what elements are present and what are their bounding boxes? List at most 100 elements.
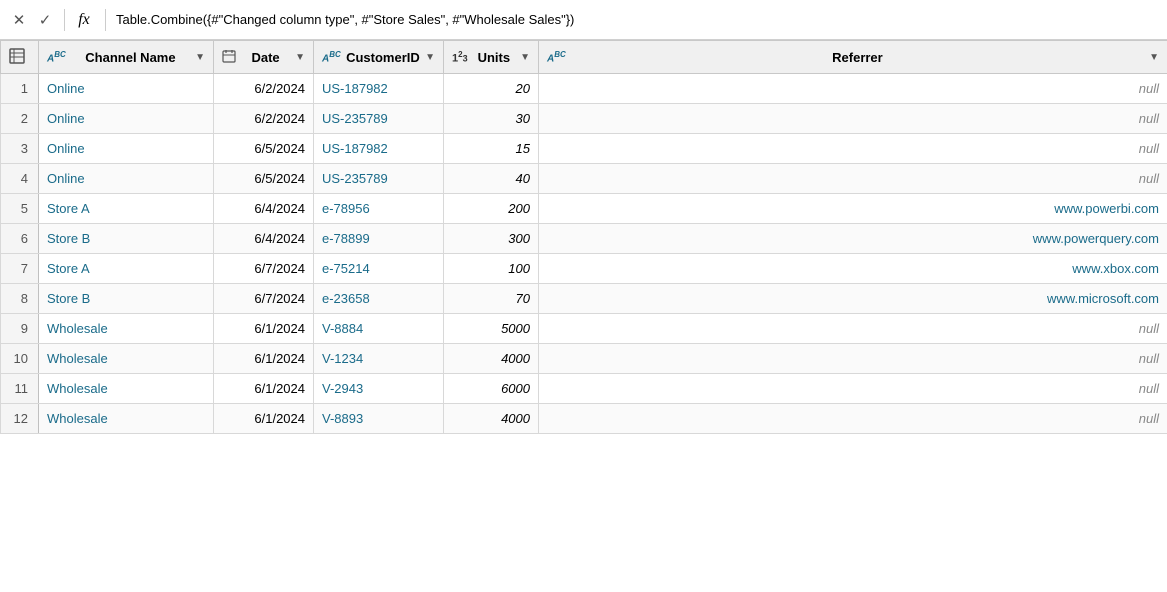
cell-channel-name: Store A xyxy=(39,254,214,284)
cell-row-num: 12 xyxy=(1,404,39,434)
cell-units: 200 xyxy=(444,194,539,224)
referrer-dropdown-icon[interactable]: ▼ xyxy=(1149,52,1159,63)
table-row: 6 Store B 6/4/2024 e-78899 300 www.power… xyxy=(1,224,1167,254)
header-customer-id[interactable]: ABC CustomerID ▼ xyxy=(314,41,444,74)
cell-channel-name: Online xyxy=(39,104,214,134)
cell-customer-id: e-78956 xyxy=(314,194,444,224)
cell-customer-id: US-235789 xyxy=(314,104,444,134)
date-dropdown-icon[interactable]: ▼ xyxy=(295,52,305,63)
cell-referrer: null xyxy=(539,134,1167,164)
cell-date: 6/7/2024 xyxy=(214,254,314,284)
cell-customer-id: e-78899 xyxy=(314,224,444,254)
cell-date: 6/1/2024 xyxy=(214,314,314,344)
cell-referrer: www.powerquery.com xyxy=(539,224,1167,254)
cell-row-num: 5 xyxy=(1,194,39,224)
header-row: ABC Channel Name ▼ xyxy=(1,41,1167,74)
cell-row-num: 9 xyxy=(1,314,39,344)
units-dropdown-icon[interactable]: ▼ xyxy=(520,52,530,63)
channel-type-icon: ABC xyxy=(47,50,66,64)
cell-referrer: www.powerbi.com xyxy=(539,194,1167,224)
table-row: 7 Store A 6/7/2024 e-75214 100 www.xbox.… xyxy=(1,254,1167,284)
cell-channel-name: Online xyxy=(39,74,214,104)
date-type-icon xyxy=(222,49,236,66)
header-row-num xyxy=(1,41,39,74)
cell-units: 40 xyxy=(444,164,539,194)
table-row: 12 Wholesale 6/1/2024 V-8893 4000 null xyxy=(1,404,1167,434)
cell-units: 30 xyxy=(444,104,539,134)
cell-channel-name: Online xyxy=(39,164,214,194)
header-date[interactable]: Date ▼ xyxy=(214,41,314,74)
formula-bar-icons: ✕ ✓ fx xyxy=(8,9,95,31)
header-units[interactable]: 123 Units ▼ xyxy=(444,41,539,74)
cell-units: 15 xyxy=(444,134,539,164)
header-referrer[interactable]: ABC Referrer ▼ xyxy=(539,41,1167,74)
referrer-type-icon: ABC xyxy=(547,50,566,64)
table-row: 2 Online 6/2/2024 US-235789 30 null xyxy=(1,104,1167,134)
cell-customer-id: US-235789 xyxy=(314,164,444,194)
header-channel-label: Channel Name xyxy=(70,50,191,65)
cell-channel-name: Store B xyxy=(39,224,214,254)
cell-channel-name: Wholesale xyxy=(39,404,214,434)
cell-row-num: 10 xyxy=(1,344,39,374)
units-type-icon: 123 xyxy=(452,50,468,65)
cell-units: 20 xyxy=(444,74,539,104)
table-container: ABC Channel Name ▼ xyxy=(0,40,1167,592)
customer-type-icon: ABC xyxy=(322,50,341,64)
cell-referrer: null xyxy=(539,314,1167,344)
data-table: ABC Channel Name ▼ xyxy=(0,40,1167,434)
cell-referrer: null xyxy=(539,404,1167,434)
table-row: 10 Wholesale 6/1/2024 V-1234 4000 null xyxy=(1,344,1167,374)
cell-customer-id: e-23658 xyxy=(314,284,444,314)
cell-row-num: 4 xyxy=(1,164,39,194)
channel-dropdown-icon[interactable]: ▼ xyxy=(195,52,205,63)
table-row: 3 Online 6/5/2024 US-187982 15 null xyxy=(1,134,1167,164)
cell-referrer: null xyxy=(539,344,1167,374)
header-date-label: Date xyxy=(240,50,291,65)
cell-customer-id: V-8884 xyxy=(314,314,444,344)
cell-date: 6/5/2024 xyxy=(214,134,314,164)
formula-input[interactable] xyxy=(116,6,1159,34)
cell-referrer: null xyxy=(539,164,1167,194)
table-row: 9 Wholesale 6/1/2024 V-8884 5000 null xyxy=(1,314,1167,344)
customer-dropdown-icon[interactable]: ▼ xyxy=(425,52,435,63)
cell-referrer: www.microsoft.com xyxy=(539,284,1167,314)
cell-units: 100 xyxy=(444,254,539,284)
cell-date: 6/4/2024 xyxy=(214,194,314,224)
cell-referrer: null xyxy=(539,74,1167,104)
cell-units: 70 xyxy=(444,284,539,314)
header-referrer-label: Referrer xyxy=(570,50,1145,65)
cell-customer-id: US-187982 xyxy=(314,134,444,164)
cancel-icon[interactable]: ✕ xyxy=(8,9,30,31)
cell-referrer: null xyxy=(539,374,1167,404)
cell-customer-id: V-1234 xyxy=(314,344,444,374)
cell-date: 6/1/2024 xyxy=(214,344,314,374)
cell-units: 4000 xyxy=(444,344,539,374)
cell-channel-name: Store B xyxy=(39,284,214,314)
cell-date: 6/1/2024 xyxy=(214,404,314,434)
header-units-label: Units xyxy=(472,50,517,65)
cell-channel-name: Online xyxy=(39,134,214,164)
cell-date: 6/2/2024 xyxy=(214,74,314,104)
cell-row-num: 3 xyxy=(1,134,39,164)
cell-referrer: www.xbox.com xyxy=(539,254,1167,284)
cell-row-num: 11 xyxy=(1,374,39,404)
header-customer-label: CustomerID xyxy=(345,50,421,65)
cell-customer-id: e-75214 xyxy=(314,254,444,284)
formula-divider xyxy=(64,9,65,31)
table-row: 8 Store B 6/7/2024 e-23658 70 www.micros… xyxy=(1,284,1167,314)
table-row: 4 Online 6/5/2024 US-235789 40 null xyxy=(1,164,1167,194)
cell-channel-name: Store A xyxy=(39,194,214,224)
cell-channel-name: Wholesale xyxy=(39,374,214,404)
formula-bar: ✕ ✓ fx xyxy=(0,0,1167,40)
table-body: 1 Online 6/2/2024 US-187982 20 null 2 On… xyxy=(1,74,1167,434)
header-channel-name[interactable]: ABC Channel Name ▼ xyxy=(39,41,214,74)
cell-date: 6/1/2024 xyxy=(214,374,314,404)
fx-icon: fx xyxy=(73,9,95,31)
cell-row-num: 7 xyxy=(1,254,39,284)
confirm-icon[interactable]: ✓ xyxy=(34,9,56,31)
cell-customer-id: V-8893 xyxy=(314,404,444,434)
cell-channel-name: Wholesale xyxy=(39,314,214,344)
table-row: 5 Store A 6/4/2024 e-78956 200 www.power… xyxy=(1,194,1167,224)
cell-row-num: 1 xyxy=(1,74,39,104)
cell-units: 4000 xyxy=(444,404,539,434)
